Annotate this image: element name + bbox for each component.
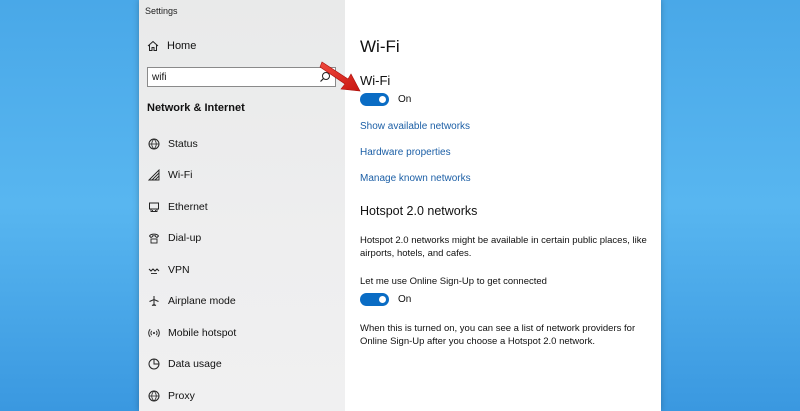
sidebar-item-proxy[interactable]: Proxy [147,380,337,411]
sidebar-item-label: VPN [168,263,190,276]
proxy-globe-icon [147,389,161,403]
ethernet-icon [147,200,161,214]
annotation-arrow-icon [319,61,361,92]
hotspot-description: Hotspot 2.0 networks might be available … [360,235,647,259]
home-nav-item[interactable]: Home [147,40,196,52]
signup-toggle-label: On [398,294,412,305]
section-title: Network & Internet [147,102,245,114]
signup-label: Let me use Online Sign-Up to get connect… [360,276,547,287]
data-usage-icon [147,357,161,371]
sidebar-item-mobile-hotspot[interactable]: Mobile hotspot [147,317,337,349]
hardware-properties-link[interactable]: Hardware properties [360,147,451,158]
wifi-toggle-label: On [398,94,412,105]
vpn-icon [147,263,161,277]
show-available-networks-link[interactable]: Show available networks [360,121,470,132]
window-title: Settings [145,6,178,16]
home-label: Home [167,40,197,52]
sidebar-item-wifi[interactable]: Wi-Fi [147,160,337,192]
sidebar-item-label: Data usage [168,358,222,371]
signup-toggle-row: On [360,293,411,306]
wifi-icon [147,168,161,182]
hotspot-icon [147,326,161,340]
sidebar-item-label: Ethernet [168,200,208,213]
sidebar: Settings Home Network & Internet Status [139,0,345,411]
sidebar-item-status[interactable]: Status [147,128,337,160]
sidebar-item-vpn[interactable]: VPN [147,254,337,286]
sidebar-nav: Status Wi-Fi Ethernet Dial-up VPN Airpla… [147,128,337,411]
search-input[interactable] [152,70,312,84]
search-box[interactable] [147,67,336,87]
home-icon [147,40,159,51]
sidebar-item-data-usage[interactable]: Data usage [147,349,337,381]
sidebar-item-label: Airplane mode [168,295,236,308]
airplane-icon [147,294,161,308]
settings-window: Settings Home Network & Internet Status [139,0,661,411]
sidebar-item-label: Mobile hotspot [168,326,237,339]
sidebar-item-dialup[interactable]: Dial-up [147,223,337,255]
signup-toggle[interactable] [360,293,389,306]
hotspot-heading: Hotspot 2.0 networks [360,204,478,218]
signup-description: When this is turned on, you can see a li… [360,323,636,347]
sidebar-item-label: Dial-up [168,232,202,245]
manage-known-networks-link[interactable]: Manage known networks [360,173,471,184]
page-title: Wi-Fi [360,37,400,56]
dialup-icon [147,231,161,245]
sidebar-item-label: Wi-Fi [168,169,193,182]
sidebar-item-ethernet[interactable]: Ethernet [147,191,337,223]
globe-icon [147,137,161,151]
sidebar-item-label: Status [168,137,198,150]
sidebar-item-label: Proxy [168,389,195,402]
sidebar-item-airplane-mode[interactable]: Airplane mode [147,286,337,318]
